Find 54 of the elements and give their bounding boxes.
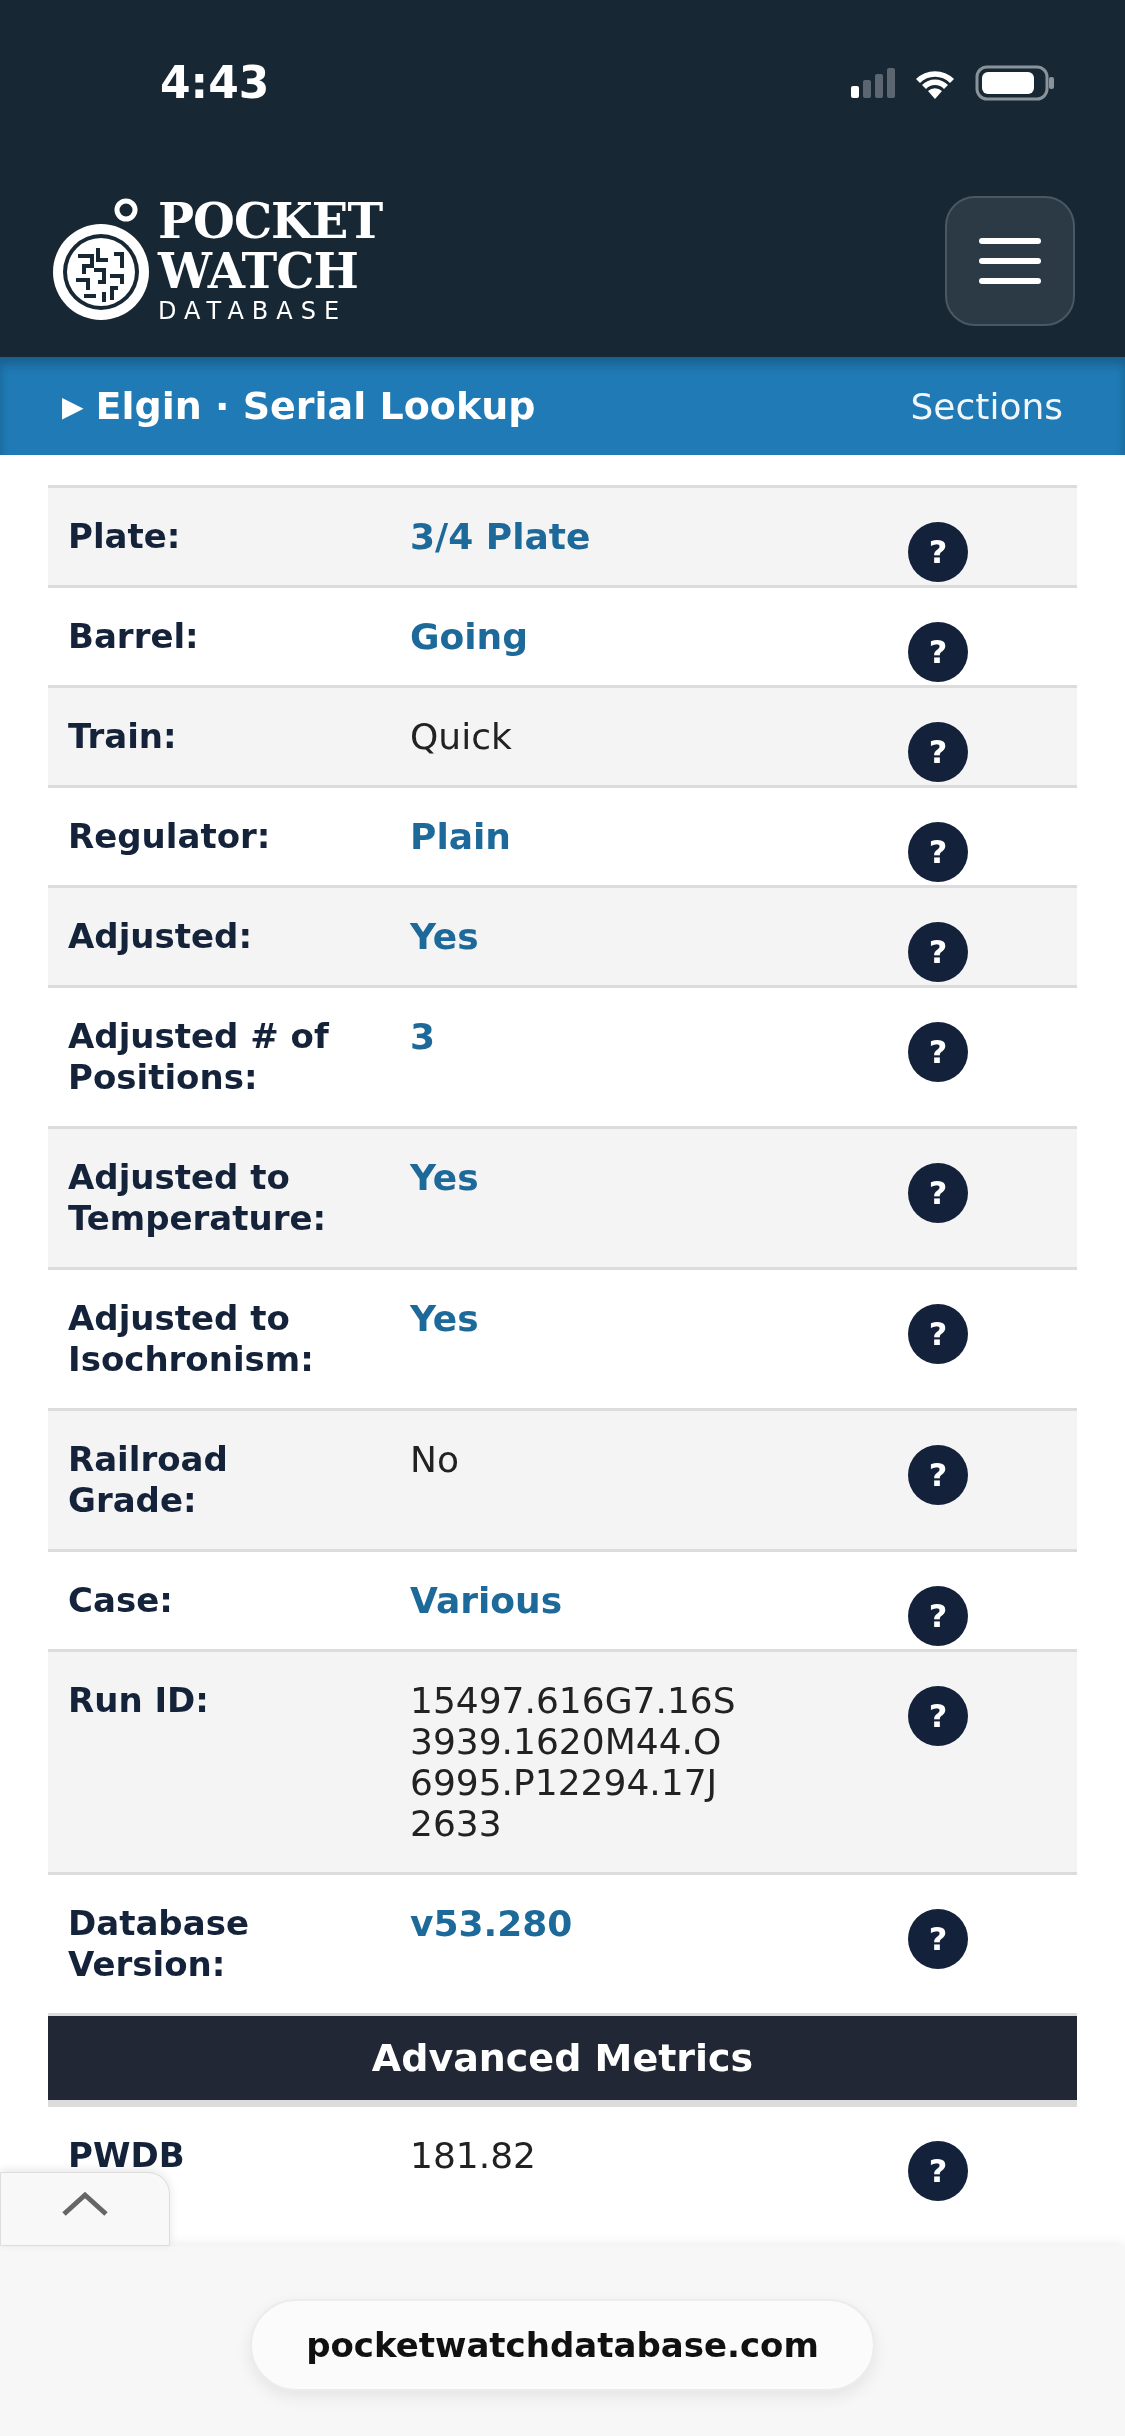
battery-icon: [975, 64, 1055, 101]
scroll-top-button[interactable]: [0, 2172, 170, 2246]
row-label: Database Version:: [68, 1903, 250, 1985]
value-link[interactable]: Going: [410, 616, 810, 657]
logo-text: WATCH: [158, 246, 359, 296]
row-value: No: [410, 1439, 460, 1480]
row-label: Case:: [68, 1580, 174, 1621]
help-icon[interactable]: ?: [908, 822, 968, 882]
row-label: Train:: [68, 716, 178, 757]
help-icon[interactable]: ?: [908, 2141, 968, 2201]
value-link[interactable]: Various: [410, 1580, 810, 1621]
sections-link[interactable]: Sections: [910, 385, 1063, 427]
value-link[interactable]: 3/4 Plate: [410, 516, 810, 557]
value-link[interactable]: Yes: [410, 1157, 810, 1198]
row-value: 15497.616G7.16S3939.1620M44.O6995.P12294.17J2633: [410, 1680, 737, 1844]
row-value: 181.82: [410, 2135, 537, 2176]
help-icon[interactable]: ?: [908, 622, 968, 682]
help-icon[interactable]: ?: [908, 722, 968, 782]
row-label: Plate:: [68, 516, 182, 557]
value-link[interactable]: v53.280: [410, 1903, 810, 1944]
row-label: Adjusted:: [68, 916, 253, 957]
page-title: Elgin · Serial Lookup: [95, 384, 536, 428]
help-icon[interactable]: ?: [908, 1909, 968, 1969]
section-heading: Advanced Metrics: [48, 2013, 1077, 2104]
row-label: Regulator:: [68, 816, 272, 857]
row-label: Adjusted to Temperature:: [68, 1157, 328, 1239]
triangle-icon: ▶: [62, 389, 84, 423]
url-field[interactable]: pocketwatchdatabase.com: [250, 2299, 875, 2391]
value-link[interactable]: Yes: [410, 1298, 810, 1339]
value-link[interactable]: Yes: [410, 916, 810, 957]
help-icon[interactable]: ?: [908, 1445, 968, 1505]
value-link[interactable]: Plain: [410, 816, 810, 857]
row-label: Run ID:: [68, 1680, 210, 1721]
help-icon[interactable]: ?: [908, 922, 968, 982]
value-link[interactable]: 3: [410, 1016, 810, 1057]
help-icon[interactable]: ?: [908, 1304, 968, 1364]
row-value: Quick: [410, 716, 513, 757]
row-label: Barrel:: [68, 616, 200, 657]
logo-subtitle: DATABASE: [158, 296, 349, 326]
help-icon[interactable]: ?: [908, 1686, 968, 1746]
menu-button[interactable]: [945, 196, 1075, 326]
logo-text: POCKET: [158, 196, 383, 246]
help-icon[interactable]: ?: [908, 1022, 968, 1082]
chevron-up-icon: [61, 2191, 109, 2217]
help-icon[interactable]: ?: [908, 1586, 968, 1646]
row-label: Adjusted to Isochronism:: [68, 1298, 315, 1380]
row-label: PWDB: [68, 2135, 186, 2176]
help-icon[interactable]: ?: [908, 522, 968, 582]
signal-icon: [851, 67, 895, 98]
menu-icon: [979, 238, 1041, 284]
status-time: 4:43: [160, 57, 270, 108]
row-label: Railroad Grade:: [68, 1439, 229, 1521]
row-label: Adjusted # of Positions:: [68, 1016, 330, 1098]
help-icon[interactable]: ?: [908, 1163, 968, 1223]
